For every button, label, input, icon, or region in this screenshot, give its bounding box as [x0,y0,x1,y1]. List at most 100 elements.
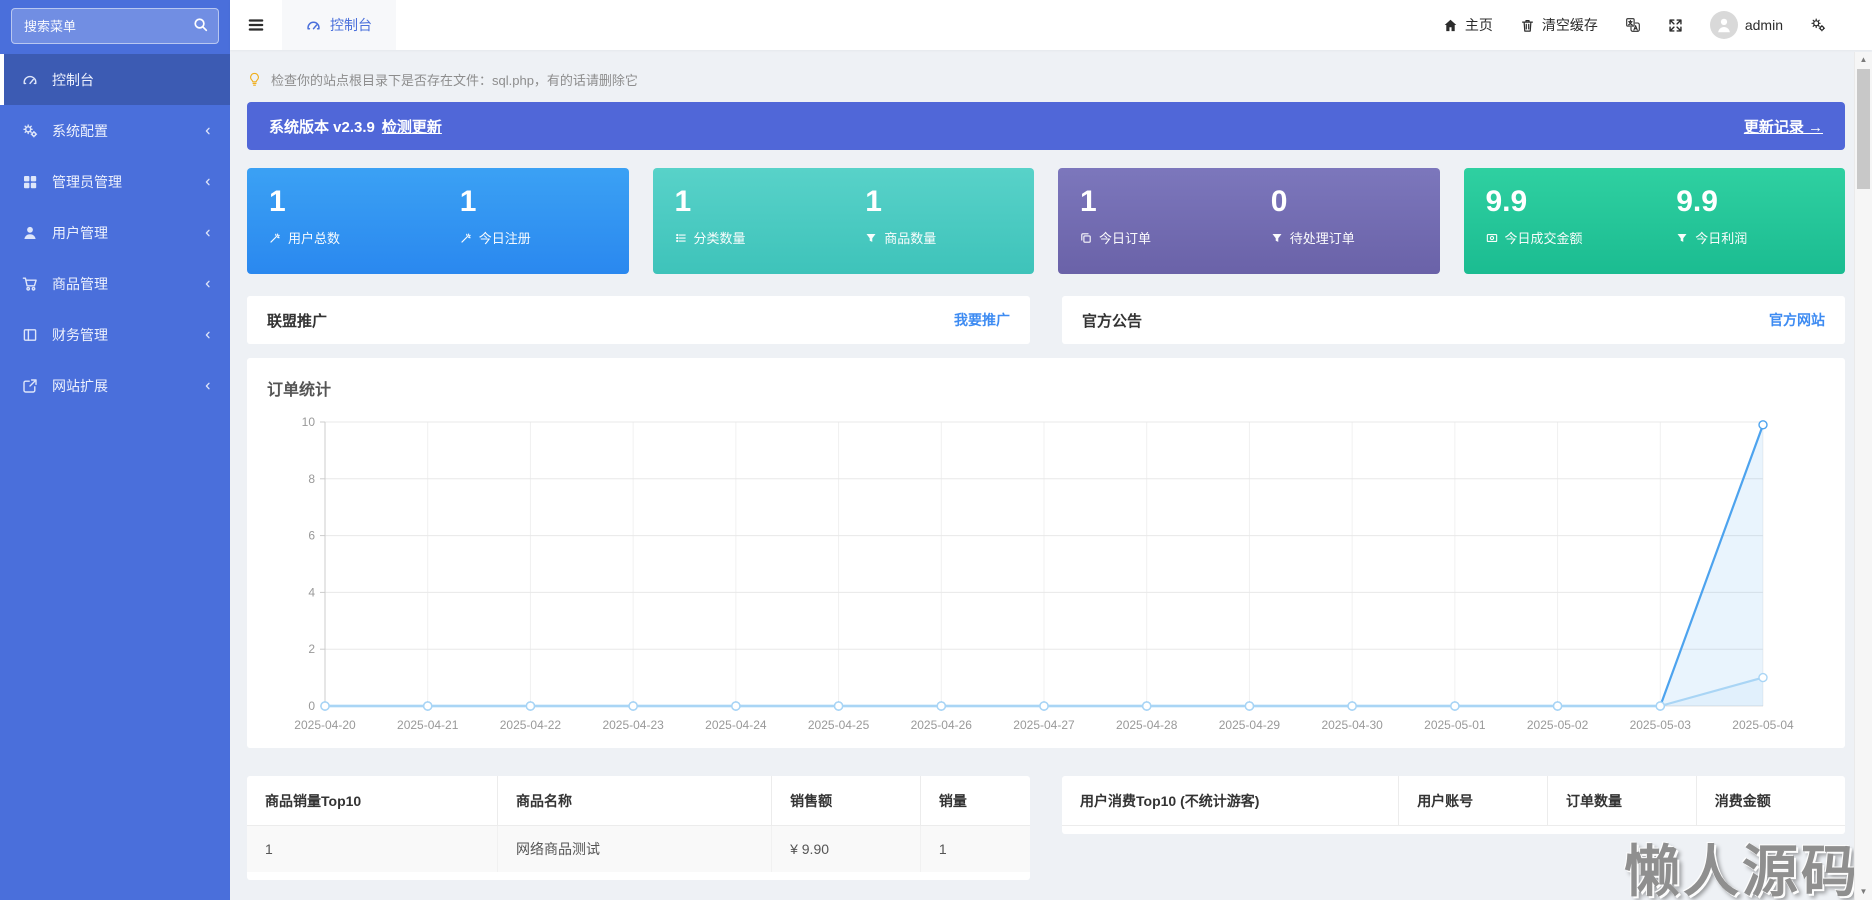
sidebar-item-user-manage[interactable]: 用户管理 [0,207,230,258]
table-cell: 1 [247,825,499,872]
affiliate-panel: 联盟推广 我要推广 [247,296,1030,344]
stat-label: 今日成交金额 [1504,231,1583,246]
sidebar-item-label: 管理员管理 [52,173,122,190]
x-tick-label: 2025-04-20 [294,718,356,732]
menu-search-input[interactable] [11,8,219,44]
sidebar-search [11,8,219,44]
scrollbar-thumb[interactable] [1857,69,1870,189]
announcement-panel: 官方公告 官方网站 [1062,296,1845,344]
order-stats-card: 订单统计 0 2 4 6 8 10 2025-04-20 2025-04-21 2025-04-… [247,358,1845,748]
y-tick-label: 10 [302,415,316,429]
x-tick-label: 2025-04-23 [602,718,664,732]
changelog-link[interactable]: 更新记录 → [1744,116,1823,137]
stat-card-revenue: 9.9 今日成交金额 9.9 今日利润 [1463,168,1845,274]
user-menu[interactable]: admin [1709,11,1783,39]
table-header: 用户账号 [1398,776,1548,826]
lightbulb-icon [247,72,262,87]
table-header: 消费金额 [1696,776,1845,826]
x-tick-label: 2025-05-01 [1424,718,1486,732]
table-header: 商品名称 [497,776,773,826]
sidebar-item-label: 系统配置 [52,122,108,139]
stat-label: 待处理订单 [1289,231,1355,246]
trash-icon [1520,18,1535,33]
table-cell: 1 [938,841,947,857]
home-link[interactable]: 主页 [1443,15,1493,35]
tab-label: 控制台 [330,17,372,33]
x-tick-label: 2025-04-24 [705,718,767,732]
product-sales-table-card: 商品销量Top10 商品名称 销售额 销量 1 网络商品测试 ¥ 9.90 1 [247,776,1030,880]
sidebar-item-label: 用户管理 [52,224,108,241]
y-tick-label: 6 [308,529,315,543]
scrollbar-up-arrow[interactable]: ▲ [1855,53,1872,67]
panel-title: 联盟推广 [267,312,328,330]
filter-icon [1676,232,1688,244]
topbar: 控制台 主页 清空缓存 admin [230,0,1872,50]
stat: 1 商品数量 [843,168,1034,274]
settings-button[interactable] [1810,17,1826,33]
sidebar-item-label: 商品管理 [52,275,108,292]
search-icon[interactable] [193,17,208,37]
x-tick-label: 2025-04-26 [911,718,973,732]
dashboard-icon [306,18,321,33]
stat: 1 今日订单 [1058,168,1249,274]
stat-card-catalog: 1 分类数量 1 商品数量 [652,168,1034,274]
scrollbar-down-arrow[interactable]: ▼ [1855,885,1872,899]
stat-value: 1 [865,185,882,218]
x-tick-label: 2025-04-30 [1321,718,1383,732]
x-tick-label: 2025-04-25 [808,718,870,732]
avatar [1709,11,1738,39]
main-area: 控制台 主页 清空缓存 admin 检查你的站点根目录下是否存在文件：sql.p… [230,0,1872,900]
promote-link[interactable]: 我要推广 [954,310,1010,330]
x-tick-label: 2025-05-04 [1732,718,1794,732]
menu-toggle-button[interactable] [230,0,282,50]
stat: 9.9 今日利润 [1654,168,1845,274]
sidebar-item-finance-manage[interactable]: 财务管理 [0,309,230,360]
gears-icon [22,123,40,139]
panels-row: 联盟推广 我要推广 官方公告 官方网站 [247,296,1845,344]
stat-label: 今日利润 [1695,231,1748,246]
sidebar-menu: 控制台系统配置管理员管理用户管理商品管理财务管理 网站扩展 [0,54,230,411]
home-icon [1443,18,1458,33]
username: admin [1744,17,1783,33]
stat: 1 今日注册 [438,168,629,274]
x-tick-label: 2025-04-22 [500,718,562,732]
stat: 1 分类数量 [653,168,844,274]
official-site-link[interactable]: 官方网站 [1769,310,1825,330]
money-icon [1486,232,1498,244]
translate-button[interactable] [1625,17,1641,33]
stat-label: 分类数量 [693,231,746,246]
stat-value: 1 [674,185,692,218]
version-text: 系统版本 v2.3.9 [269,118,375,136]
y-tick-label: 4 [308,585,315,599]
check-update-link[interactable]: 检测更新 [382,116,442,137]
stat: 1 用户总数 [247,168,438,274]
dashboard-icon [22,72,40,88]
alert-text: 检查你的站点根目录下是否存在文件：sql.php，有的话请删除它 [271,72,638,88]
table-header: 销量 [920,776,1030,826]
y-tick-label: 0 [308,699,315,713]
sidebar-item-admin-manage[interactable]: 管理员管理 [0,156,230,207]
chevron-left-icon [202,227,214,239]
tab-dashboard[interactable]: 控制台 [282,0,396,50]
chevron-left-icon [202,125,214,137]
user-consumption-table: 用户消费Top10 (不统计游客) 用户账号 订单数量 消费金额 [1062,776,1845,826]
sidebar-item-dashboard[interactable]: 控制台 [0,54,230,105]
chart-title: 订单统计 [267,382,332,399]
order-stats-chart: 0 2 4 6 8 10 2025-04-20 2025-04-21 2025-04-22 202… [267,410,1825,740]
y-tick-label: 2 [308,642,315,656]
panel-title: 官方公告 [1082,312,1143,330]
fullscreen-button[interactable] [1668,18,1683,33]
clear-cache-link[interactable]: 清空缓存 [1520,15,1598,35]
sidebar-item-site-extend[interactable]: 网站扩展 [0,360,230,411]
table-cell: ¥ 9.90 [771,825,921,872]
wand-icon [460,232,472,244]
chevron-left-icon [202,329,214,341]
filter-icon [865,232,877,244]
x-tick-label: 2025-05-02 [1527,718,1589,732]
sidebar-item-system-config[interactable]: 系统配置 [0,105,230,156]
x-tick-label: 2025-04-27 [1013,718,1075,732]
filter-icon [1271,232,1283,244]
version-banner: 系统版本 v2.3.9 检测更新 更新记录 → [247,102,1845,150]
sidebar-item-label: 控制台 [52,71,94,88]
sidebar-item-goods-manage[interactable]: 商品管理 [0,258,230,309]
